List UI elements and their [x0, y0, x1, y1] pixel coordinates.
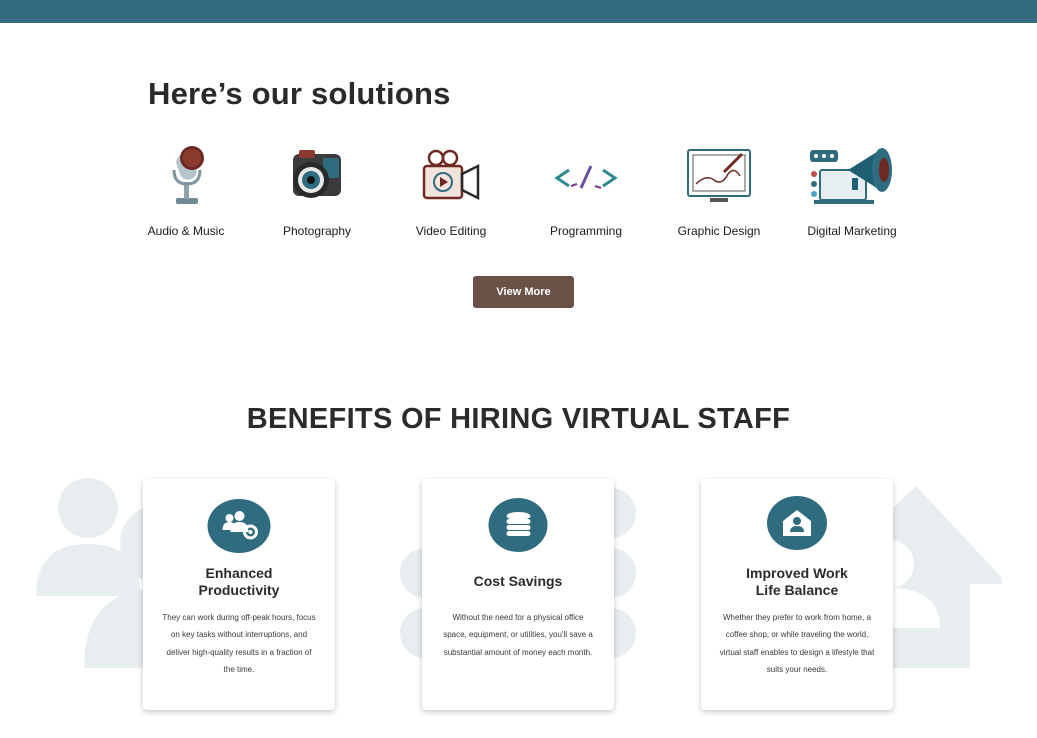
solution-label: Video Editing [415, 224, 487, 238]
home-user-icon [767, 496, 827, 550]
design-monitor-icon [687, 149, 751, 202]
benefit-card-cost-savings: Cost Savings Without the need for a phys… [422, 479, 614, 710]
solution-label: Audio & Music [147, 224, 225, 238]
benefits-heading: BENEFITS OF HIRING VIRTUAL STAFF [246, 403, 791, 435]
code-icon [554, 165, 618, 189]
card-description: Without the need for a physical office s… [443, 613, 593, 657]
microphone-icon [172, 146, 204, 204]
solution-label: Digital Marketing [807, 224, 897, 238]
megaphone-laptop-icon [810, 148, 892, 204]
solution-photography[interactable]: Photography [252, 140, 382, 238]
card-description: Whether they prefer to work from home, a… [719, 613, 875, 674]
video-camera-icon [422, 149, 480, 201]
top-banner-bar [0, 0, 1037, 23]
team-gear-icon [207, 499, 271, 553]
card-title: Cost Savings [473, 573, 563, 589]
coins-icon [488, 498, 548, 552]
solution-label: Photography [282, 224, 352, 238]
card-description: They can work during off-peak hours, foc… [162, 613, 316, 674]
solution-audio-music[interactable]: Audio & Music [121, 140, 251, 238]
solution-programming[interactable]: Programming [521, 140, 651, 238]
card-title: Enhanced Productivity [198, 565, 280, 598]
solution-label: Graphic Design [677, 224, 761, 238]
benefit-card-productivity: Enhanced Productivity They can work durin… [143, 479, 335, 710]
solution-graphic-design[interactable]: Graphic Design [654, 140, 784, 238]
benefit-card-work-life-balance: Improved Work Life Balance Whether they p… [701, 479, 893, 710]
solution-digital-marketing[interactable]: Digital Marketing [787, 140, 917, 238]
card-title: Improved Work Life Balance [746, 565, 848, 598]
solutions-heading: Here’s our solutions [148, 76, 451, 111]
solution-label: Programming [549, 224, 623, 238]
camera-icon [293, 150, 341, 198]
view-more-button[interactable]: View More [473, 276, 574, 308]
solution-video-editing[interactable]: Video Editing [386, 140, 516, 238]
